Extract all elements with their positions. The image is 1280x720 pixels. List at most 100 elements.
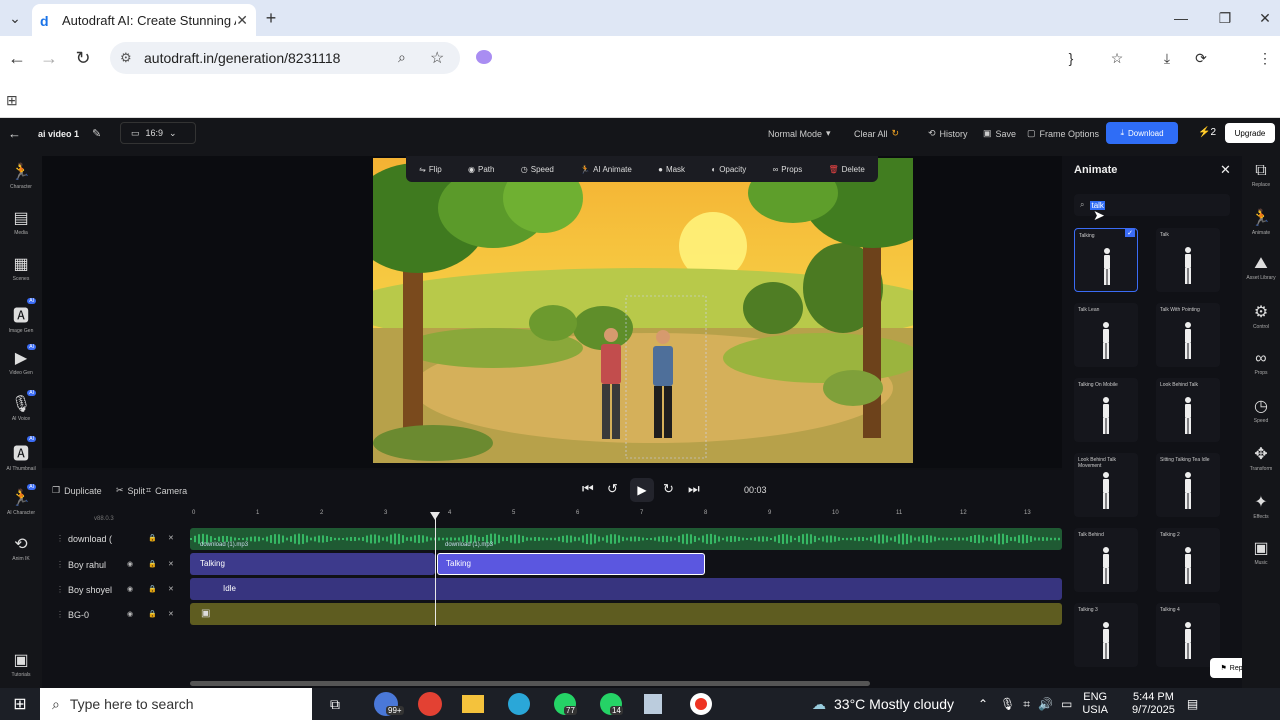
zoom-icon[interactable]: ⌕ xyxy=(398,49,406,66)
toolbar-opacity-button[interactable]: ◐ Opacity xyxy=(711,165,746,174)
toolbar-ai-animate-button[interactable]: 🏃 AI Animate xyxy=(580,165,632,174)
animation-card[interactable]: Sitting Talking Tea Idle xyxy=(1156,453,1220,517)
right-rail-item-music[interactable]: ▣ Music xyxy=(1242,538,1280,566)
extension-icon[interactable]: } xyxy=(1056,43,1086,73)
right-rail-item-asset-library[interactable]: ⛰ Asset Library xyxy=(1242,255,1280,281)
clear-all-button[interactable]: Clear All ↻ xyxy=(854,128,899,139)
apps-grid-icon[interactable]: ⊞ xyxy=(6,92,18,109)
playhead-handle[interactable] xyxy=(430,512,440,520)
right-rail-item-speed[interactable]: ◷ Speed xyxy=(1242,396,1280,424)
battery-icon[interactable]: ▭ xyxy=(1061,697,1072,711)
right-rail-item-replace[interactable]: ⧉ Replace xyxy=(1242,162,1280,188)
chrome-taskbar-icon[interactable]: 99+ xyxy=(374,692,404,716)
track-name[interactable]: Boy shoyel xyxy=(68,585,112,595)
toolbar-delete-button[interactable]: 🗑 Delete xyxy=(828,165,864,174)
left-rail-item-ai-character[interactable]: 🏃 AI AI Character xyxy=(0,484,42,516)
toolbar-flip-button[interactable]: ⇋ Flip xyxy=(419,165,442,174)
animation-card[interactable]: Talking ✓ xyxy=(1074,228,1138,292)
skip-end-icon[interactable]: ⏭ xyxy=(688,481,700,497)
rewind-icon[interactable]: ↺ xyxy=(607,481,618,497)
right-rail-item-animate[interactable]: 🏃 Animate xyxy=(1242,208,1280,236)
project-name[interactable]: ai video 1 xyxy=(38,129,79,139)
edit-name-icon[interactable]: ✎ xyxy=(92,127,101,140)
timeline-scrollbar[interactable] xyxy=(190,681,870,686)
close-tab-icon[interactable]: ✕ xyxy=(236,12,248,29)
tab-search-icon[interactable]: ⌄ xyxy=(0,3,30,33)
animation-card[interactable]: Talk Lean xyxy=(1074,303,1138,367)
file-explorer-icon[interactable] xyxy=(462,695,484,713)
task-view-icon[interactable]: ⧉ xyxy=(330,696,340,713)
lock-icon[interactable]: 🔒 xyxy=(148,585,157,593)
back-arrow-icon[interactable]: ← xyxy=(8,126,21,141)
menu-icon[interactable]: ⋮ xyxy=(1250,43,1280,73)
animation-clip[interactable] xyxy=(190,553,435,575)
tray-chevron-icon[interactable]: ⌃ xyxy=(978,697,988,711)
weather-icon[interactable]: ☁ xyxy=(812,696,826,713)
track-name[interactable]: Boy rahul xyxy=(68,560,106,570)
browser-tab[interactable]: d Autodraft AI: Create Stunning A ✕ xyxy=(32,4,256,36)
animation-card[interactable]: Talking 2 xyxy=(1156,528,1220,592)
left-rail-item-image-gen[interactable]: 🅰 AI Image Gen xyxy=(0,298,42,334)
sync-icon[interactable]: ⟳ xyxy=(1186,43,1216,73)
lock-icon[interactable]: 🔒 xyxy=(148,560,157,568)
toolbar-mask-button[interactable]: ● Mask xyxy=(658,165,685,174)
downloads-icon[interactable]: ⤓ xyxy=(1152,43,1182,73)
microphone-icon[interactable]: 🎙 xyxy=(1000,697,1015,711)
animation-card[interactable]: Talking On Mobile xyxy=(1074,378,1138,442)
audio-track-clip[interactable] xyxy=(190,528,1062,550)
mode-select[interactable]: Normal Mode ▾ xyxy=(768,128,831,139)
remove-track-icon[interactable]: ✕ xyxy=(168,610,174,618)
reload-icon[interactable]: ↻ xyxy=(68,43,98,73)
animation-card[interactable]: Talking 4 xyxy=(1156,603,1220,667)
remove-track-icon[interactable]: ✕ xyxy=(168,585,174,593)
animation-card[interactable]: Look Behind Talk Movement xyxy=(1074,453,1138,517)
remove-track-icon[interactable]: ✕ xyxy=(168,534,174,542)
forward-icon[interactable]: → xyxy=(34,43,64,73)
scene-canvas[interactable] xyxy=(373,158,913,463)
eye-icon[interactable]: ◉ xyxy=(127,560,133,568)
animation-clip-selected[interactable] xyxy=(437,553,705,575)
right-rail-item-effects[interactable]: ✦ Effects xyxy=(1242,492,1280,520)
timeline-ruler[interactable]: 0 1 2 3 4 5 6 7 8 9 10 11 12 13 xyxy=(190,510,1062,524)
aspect-ratio-select[interactable]: ▭ 16:9 ⌄ xyxy=(120,122,196,144)
animation-card[interactable]: Look Behind Talk xyxy=(1156,378,1220,442)
restore-icon[interactable]: ❐ xyxy=(1210,3,1240,33)
left-rail-item-tutorials[interactable]: ▣ Tutorials xyxy=(0,650,42,678)
left-rail-item-ai-thumbnail[interactable]: 🅰 AI AI Thumbnail xyxy=(0,436,42,472)
animation-card[interactable]: Talk xyxy=(1156,228,1220,292)
background-clip[interactable] xyxy=(190,603,1062,625)
frame-options-button[interactable]: ▢ Frame Options xyxy=(1027,128,1099,139)
play-button[interactable]: ▶ xyxy=(630,478,654,502)
close-panel-icon[interactable]: ✕ xyxy=(1220,162,1231,178)
left-rail-item-video-gen[interactable]: ▶ AI Video Gen xyxy=(0,344,42,376)
close-window-icon[interactable]: ✕ xyxy=(1250,3,1280,33)
whatsapp-icon[interactable]: 77 xyxy=(554,693,577,715)
taskbar-search[interactable]: ⌕ Type here to search xyxy=(40,688,312,720)
right-rail-item-props[interactable]: ∞ Props xyxy=(1242,350,1280,376)
playhead[interactable] xyxy=(435,516,436,626)
site-info-icon[interactable]: ⚙ xyxy=(120,50,132,66)
toolbar-speed-button[interactable]: ◷ Speed xyxy=(521,165,554,174)
url-field[interactable]: ⚙ autodraft.in/generation/8231118 ⌕ ☆ xyxy=(110,42,460,74)
drag-handle-icon[interactable]: ⋮ xyxy=(56,534,64,543)
lock-icon[interactable]: 🔒 xyxy=(148,610,157,618)
toolbar-path-button[interactable]: ◉ Path xyxy=(468,165,494,174)
notifications-icon[interactable]: ▤ xyxy=(1187,697,1198,711)
split-button[interactable]: ✂ Split xyxy=(116,485,145,496)
new-tab-icon[interactable]: + xyxy=(256,3,286,33)
camera-tray-icon[interactable]: ⌗ xyxy=(1023,697,1030,712)
windows-start-icon[interactable]: ⊞ xyxy=(0,694,40,714)
browser-taskbar-icon[interactable] xyxy=(418,692,442,716)
language-indicator[interactable]: ENG USIA xyxy=(1082,691,1108,717)
gemini-icon[interactable] xyxy=(476,50,492,64)
history-button[interactable]: ⟲ History xyxy=(928,128,968,139)
minimize-icon[interactable]: — xyxy=(1166,3,1196,33)
left-rail-item-character[interactable]: 🏃 Character xyxy=(0,162,42,190)
drag-handle-icon[interactable]: ⋮ xyxy=(56,585,64,594)
edge-icon[interactable] xyxy=(508,693,530,715)
duplicate-button[interactable]: ❐ Duplicate xyxy=(52,485,102,496)
save-button[interactable]: ▣ Save xyxy=(983,128,1016,139)
speaker-icon[interactable]: 🔊 xyxy=(1038,697,1053,711)
clock[interactable]: 5:44 PM 9/7/2025 xyxy=(1132,691,1175,717)
drag-handle-icon[interactable]: ⋮ xyxy=(56,610,64,619)
